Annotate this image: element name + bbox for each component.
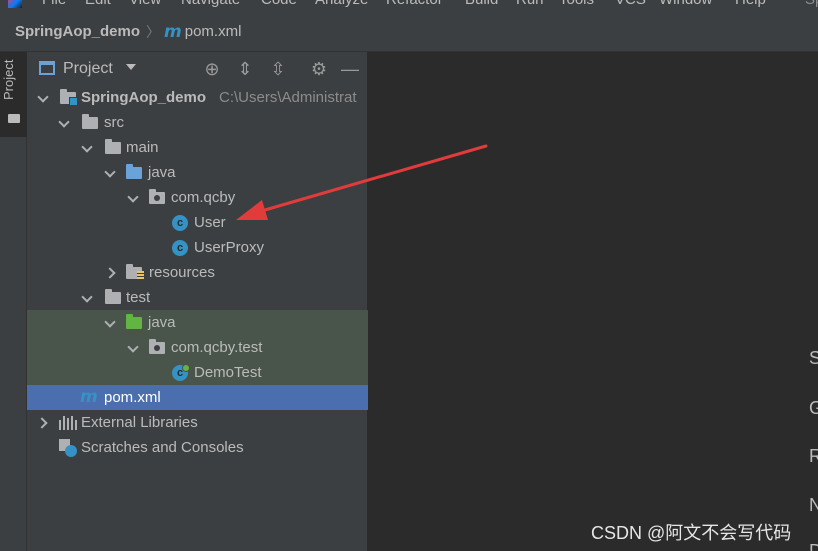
tree-item-test-package[interactable]: com.qcby.test [27,335,368,360]
source-folder-icon [126,164,142,179]
tree-item-user-class[interactable]: c User [27,210,368,235]
tree-label: src [104,114,124,131]
tree-item-scratches[interactable]: Scratches and Consoles [27,435,368,460]
intellij-logo-icon [8,0,22,8]
chevron-down-icon[interactable] [105,310,117,335]
editor-hint-5: D [809,541,818,551]
maven-icon: m [80,387,98,407]
tree-label: java [148,314,176,331]
project-path: C:\Users\Administrat [219,89,357,106]
window-title-fragment: Sp [805,0,818,8]
watermark: CSDN @阿文不会写代码 [591,523,792,543]
test-source-folder-icon [126,314,142,329]
package-icon [149,339,165,354]
project-folder-icon [60,89,78,106]
editor-area: S G R N D CSDN @阿文不会写代码 [368,52,818,551]
project-panel: Project ⊕ ⇕ ⇳ ⚙ — SpringAop_demo C:\User… [27,52,368,551]
class-icon: c [172,240,188,256]
tree-label: UserProxy [194,239,265,256]
menu-file[interactable]: File [42,0,66,8]
chevron-right-icon: 〉 [146,23,161,40]
editor-hint-3: R [809,446,818,466]
folder-icon [82,114,98,129]
maven-icon: m [164,21,182,42]
chevron-down-icon[interactable] [128,185,140,210]
dropdown-arrow-icon[interactable] [126,64,136,70]
tree-item-demotest-class[interactable]: c DemoTest [27,360,368,385]
folder-icon [105,139,121,154]
scratches-icon [59,439,79,457]
tree-item-userproxy-class[interactable]: c UserProxy [27,235,368,260]
left-tool-strip: Project [0,52,27,551]
tree-item-main[interactable]: main [27,135,368,160]
tree-item-test-java[interactable]: java [27,310,368,335]
menu-view[interactable]: View [129,0,161,8]
menu-navigate[interactable]: Navigate [181,0,240,8]
project-view-selector[interactable]: Project [63,60,113,78]
tree-item-package[interactable]: com.qcby [27,185,368,210]
menu-run[interactable]: Run [516,0,544,8]
class-icon: c [172,215,188,231]
tree-label: java [148,164,176,181]
chevron-down-icon[interactable] [105,160,117,185]
tree-item-project-root[interactable]: SpringAop_demo C:\Users\Administrat [27,85,368,110]
menu-bar: File Edit View Navigate Code Analyze Ref… [0,0,818,12]
tree-label: External Libraries [81,414,198,431]
chevron-down-icon[interactable] [82,285,94,310]
test-class-icon: c [172,364,190,381]
tree-item-resources[interactable]: resources [27,260,368,285]
chevron-right-icon[interactable] [107,260,119,285]
project-name: SpringAop_demo [81,89,207,106]
project-panel-header: Project ⊕ ⇕ ⇳ ⚙ — [27,52,368,85]
tree-item-java-sources[interactable]: java [27,160,368,185]
tree-label: DemoTest [194,364,262,381]
tree-label: Scratches and Consoles [81,439,244,456]
menu-code[interactable]: Code [261,0,297,8]
tree-item-external-libraries[interactable]: External Libraries [27,410,368,435]
breadcrumb-project[interactable]: SpringAop_demo [15,23,140,40]
chevron-down-icon[interactable] [38,85,50,110]
tree-label: pom.xml [104,389,161,406]
chevron-right-icon[interactable] [39,410,51,435]
menu-edit[interactable]: Edit [85,0,111,8]
menu-tools[interactable]: Tools [559,0,594,8]
menu-refactor[interactable]: Refactor [386,0,443,8]
chevron-down-icon[interactable] [82,135,94,160]
menu-analyze[interactable]: Analyze [315,0,368,8]
breadcrumb: SpringAop_demo 〉 m pom.xml [0,12,818,52]
tree-item-pom[interactable]: m pom.xml [27,385,368,410]
project-tool-tab-label: Project [1,59,16,100]
tree-label: com.qcby.test [171,339,263,356]
project-view-icon [39,61,55,75]
editor-hint-1: S [809,348,818,368]
chevron-down-icon[interactable] [128,335,140,360]
library-icon [59,416,77,430]
package-icon [149,189,165,204]
minimize-icon[interactable]: — [340,59,360,79]
breadcrumb-file[interactable]: pom.xml [185,23,242,40]
locate-icon[interactable]: ⊕ [202,59,222,79]
folder-icon [105,289,121,304]
tree-label: com.qcby [171,189,236,206]
tree-label: test [126,289,151,306]
tree-item-test[interactable]: test [27,285,368,310]
menu-help[interactable]: Help [735,0,766,8]
menu-build[interactable]: Build [465,0,498,8]
menu-vcs[interactable]: VCS [615,0,646,8]
chevron-down-icon[interactable] [59,110,71,135]
resources-folder-icon [126,264,144,280]
tree-item-src[interactable]: src [27,110,368,135]
folder-icon [8,114,20,123]
tree-label: resources [149,264,215,281]
expand-all-icon[interactable]: ⇕ [235,59,255,79]
gear-icon[interactable]: ⚙ [309,59,329,79]
tree-label: main [126,139,159,156]
editor-hint-2: G [809,398,818,418]
collapse-all-icon[interactable]: ⇳ [268,59,288,79]
project-tool-tab[interactable]: Project [0,52,27,137]
menu-window[interactable]: Window [659,0,712,8]
editor-hint-4: N [809,495,818,515]
tree-label: User [194,214,226,231]
